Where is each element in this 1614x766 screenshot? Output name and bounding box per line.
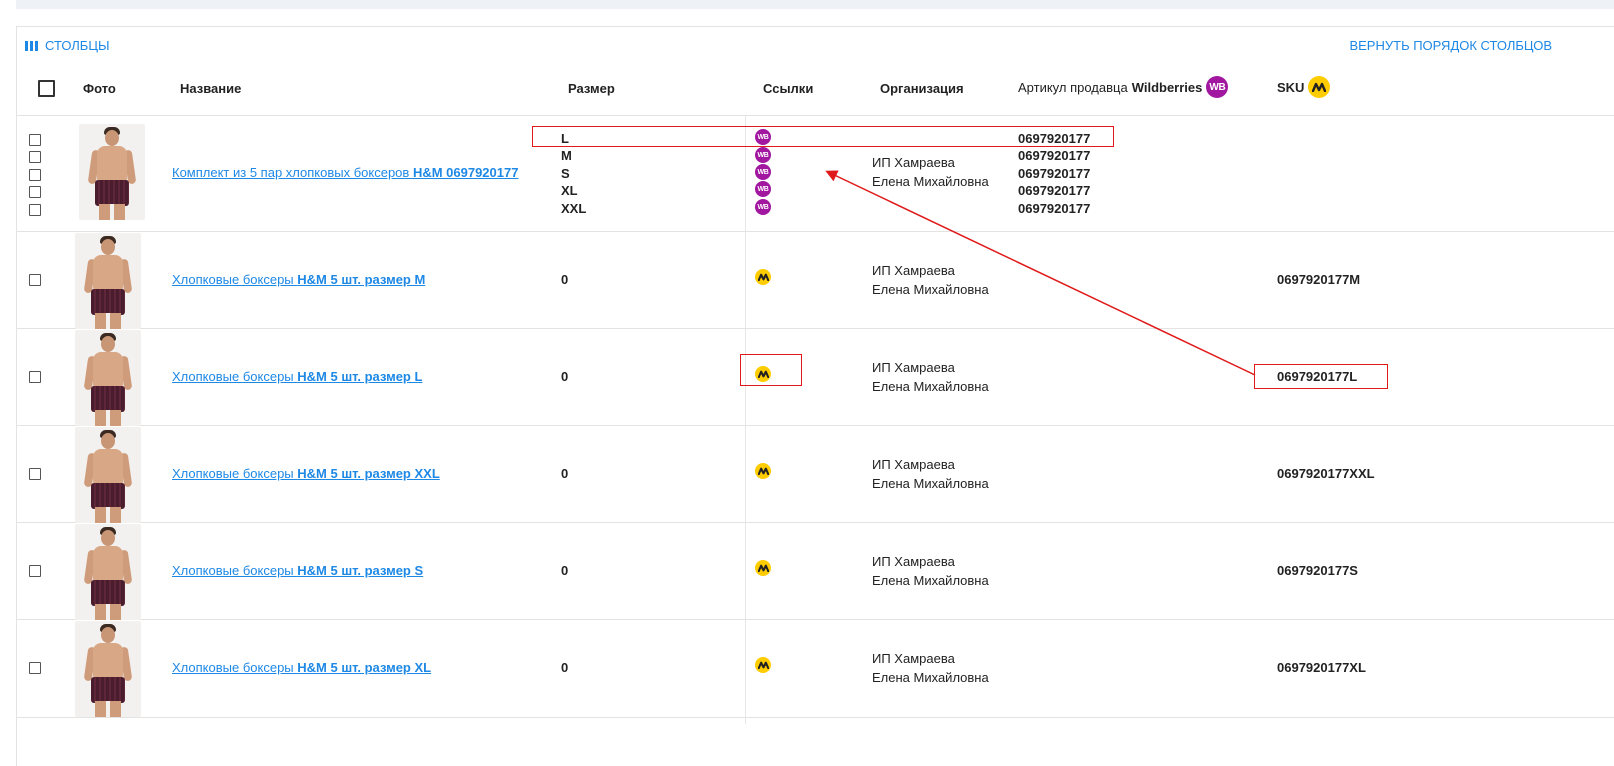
- product-name-link[interactable]: Хлопковые боксеры H&M 5 шт. размер L: [172, 369, 422, 384]
- select-all-checkbox[interactable]: [38, 80, 55, 97]
- table-header: Фото Название Размер Ссылки Организация …: [16, 66, 1614, 116]
- annotation-highlight-box: [532, 126, 1114, 147]
- column-header-links[interactable]: Ссылки: [763, 81, 813, 96]
- product-name-link[interactable]: Хлопковые боксеры H&M 5 шт. размер S: [172, 563, 423, 578]
- organization-line-2: Елена Михайловна: [872, 174, 989, 189]
- size-value: 0: [561, 660, 569, 675]
- size-value: XL: [561, 183, 578, 198]
- product-name-link[interactable]: Комплект из 5 пар хлопковых боксеров H&M…: [172, 165, 518, 180]
- column-header-organization[interactable]: Организация: [880, 81, 964, 96]
- product-name-prefix: Хлопковые боксеры: [172, 466, 298, 481]
- sku-value: 0697920177S: [1277, 563, 1358, 578]
- organization-line-1: ИП Хамраева: [872, 554, 955, 569]
- organization-line-2: Елена Михайловна: [872, 573, 989, 588]
- product-name-bold: H&M 5 шт. размер L: [297, 369, 423, 384]
- product-name-link[interactable]: Хлопковые боксеры H&M 5 шт. размер XXL: [172, 466, 440, 481]
- row-checkbox[interactable]: [29, 169, 41, 181]
- product-photo[interactable]: [75, 330, 141, 426]
- organization-name: ИП Хамраева Елена Михайловна: [872, 455, 989, 493]
- yandex-market-link-icon[interactable]: [755, 463, 771, 479]
- product-photo[interactable]: [75, 524, 141, 620]
- wb-article-value: 0697920177: [1018, 201, 1091, 216]
- yandex-market-link-icon[interactable]: [755, 269, 771, 285]
- product-name-prefix: Комплект из 5 пар хлопковых боксеров: [172, 165, 413, 180]
- product-photo[interactable]: [75, 233, 141, 329]
- organization-name: ИП Хамраева Елена Михайловна: [872, 261, 989, 299]
- organization-line-1: ИП Хамраева: [872, 263, 955, 278]
- columns-button-label: СТОЛБЦЫ: [45, 38, 110, 53]
- size-value: M: [561, 148, 572, 163]
- product-name-prefix: Хлопковые боксеры: [172, 660, 298, 675]
- product-name-prefix: Хлопковые боксеры: [172, 369, 298, 384]
- product-photo[interactable]: [75, 427, 141, 523]
- size-value: S: [561, 166, 570, 181]
- row-checkbox[interactable]: [29, 662, 41, 674]
- organization-line-1: ИП Хамраева: [872, 651, 955, 666]
- row-checkbox[interactable]: [29, 565, 41, 577]
- wb-article-value: 0697920177: [1018, 183, 1091, 198]
- wildberries-link-icon[interactable]: WB: [755, 147, 771, 163]
- size-value: 0: [561, 466, 569, 481]
- product-name-link[interactable]: Хлопковые боксеры H&M 5 шт. размер XL: [172, 660, 431, 675]
- organization-line-2: Елена Михайловна: [872, 379, 989, 394]
- row-checkbox[interactable]: [29, 186, 41, 198]
- product-name-link[interactable]: Хлопковые боксеры H&M 5 шт. размер M: [172, 272, 425, 287]
- yandex-market-link-icon[interactable]: [755, 657, 771, 673]
- organization-line-2: Елена Михайловна: [872, 282, 989, 297]
- organization-line-1: ИП Хамраева: [872, 155, 955, 170]
- column-header-photo[interactable]: Фото: [83, 81, 116, 96]
- wb-article-header-label: Артикул продавца: [1018, 79, 1128, 95]
- product-name-bold: H&M 5 шт. размер XL: [297, 660, 432, 675]
- yandex-market-icon: [1308, 76, 1331, 98]
- wildberries-icon: WB: [1206, 76, 1229, 98]
- column-header-name[interactable]: Название: [180, 81, 241, 96]
- row-checkbox[interactable]: [29, 274, 41, 286]
- column-header-wb-article[interactable]: Артикул продавца Wildberries WB: [1018, 76, 1229, 98]
- wb-article-value: 0697920177: [1018, 148, 1091, 163]
- organization-line-2: Елена Михайловна: [872, 670, 989, 685]
- product-name-bold: H&M 5 шт. размер XXL: [297, 466, 440, 481]
- wildberries-link-icon[interactable]: WB: [755, 199, 771, 215]
- wildberries-link-icon[interactable]: WB: [755, 164, 771, 180]
- wildberries-link-icon[interactable]: WB: [755, 181, 771, 197]
- size-value: 0: [561, 369, 569, 384]
- sku-value: 0697920177XL: [1277, 660, 1366, 675]
- row-checkbox[interactable]: [29, 134, 41, 146]
- columns-icon: [25, 40, 38, 51]
- columns-button[interactable]: СТОЛБЦЫ: [25, 38, 109, 53]
- wb-article-value: 0697920177: [1018, 166, 1091, 181]
- product-name-prefix: Хлопковые боксеры: [172, 563, 298, 578]
- product-photo[interactable]: [79, 124, 145, 220]
- organization-line-2: Елена Михайловна: [872, 476, 989, 491]
- product-name-bold: H&M 5 шт. размер M: [297, 272, 426, 287]
- row-checkbox[interactable]: [29, 151, 41, 163]
- row-checkbox[interactable]: [29, 468, 41, 480]
- column-header-sku[interactable]: SKU: [1277, 76, 1331, 98]
- sku-header-label: SKU: [1277, 79, 1305, 95]
- annotation-highlight-box: [740, 354, 802, 386]
- row-checkbox[interactable]: [29, 371, 41, 383]
- organization-name: ИП Хамраева Елена Михайловна: [872, 358, 989, 396]
- product-name-bold: H&M 5 шт. размер S: [297, 563, 424, 578]
- sku-value: 0697920177M: [1277, 272, 1361, 287]
- size-value: XXL: [561, 201, 587, 216]
- organization-line-1: ИП Хамраева: [872, 457, 955, 472]
- sku-value: 0697920177XXL: [1277, 466, 1375, 481]
- product-name-bold: H&M 0697920177: [412, 165, 519, 180]
- organization-name: ИП Хамраева Елена Михайловна: [872, 153, 989, 191]
- product-photo[interactable]: [75, 621, 141, 717]
- organization-name: ИП Хамраева Елена Михайловна: [872, 649, 989, 687]
- organization-line-1: ИП Хамраева: [872, 360, 955, 375]
- product-name-prefix: Хлопковые боксеры: [172, 272, 298, 287]
- organization-name: ИП Хамраева Елена Михайловна: [872, 552, 989, 590]
- yandex-market-link-icon[interactable]: [755, 560, 771, 576]
- reset-column-order-button[interactable]: ВЕРНУТЬ ПОРЯДОК СТОЛБЦОВ: [1349, 38, 1552, 53]
- size-value: 0: [561, 563, 569, 578]
- size-value: 0: [561, 272, 569, 287]
- row-checkbox[interactable]: [29, 204, 41, 216]
- column-header-size[interactable]: Размер: [568, 81, 615, 96]
- annotation-highlight-box: [1254, 364, 1388, 389]
- wb-article-header-brand: Wildberries: [1131, 79, 1203, 95]
- top-band: [16, 0, 1614, 9]
